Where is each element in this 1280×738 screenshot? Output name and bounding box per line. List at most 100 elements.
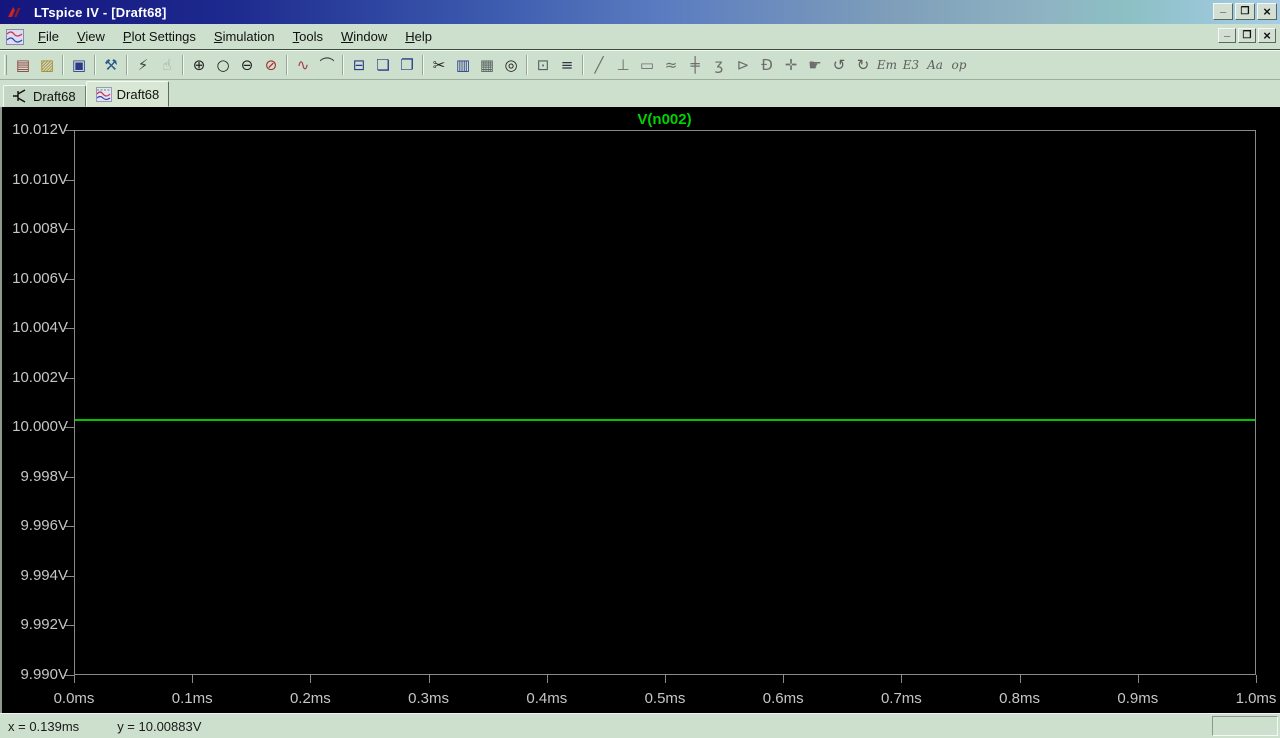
restore-button[interactable]: ❐ [1235,3,1255,20]
drag-icon: ✛ [785,58,798,73]
copy-button[interactable]: ▥ [451,53,475,77]
control-panel-button[interactable]: ⚒ [99,53,123,77]
autorange-button[interactable]: ∿ [291,53,315,77]
x-axis-label: 1.0ms [1226,690,1280,707]
x-axis-label: 0.9ms [1108,690,1168,707]
child-close-button[interactable]: × [1258,28,1276,43]
save-icon: ▣ [72,58,86,73]
child-minimize-icon: _ [1224,27,1230,38]
x-axis-label: 0.8ms [990,690,1050,707]
cut-icon: ✂ [433,58,446,73]
tile-windows-button[interactable]: ⊟ [347,53,371,77]
open-file-button[interactable]: ▨ [35,53,59,77]
save-button[interactable]: ▣ [67,53,91,77]
ltspice-logo-icon[interactable] [4,4,24,21]
run-button[interactable]: ⚡ [131,53,155,77]
capacitor-button[interactable]: ╪ [683,53,707,77]
x-axis-label: 0.0ms [44,690,104,707]
y-axis-tick [65,279,75,280]
zoom-out-button[interactable]: ⊖ [235,53,259,77]
print-icon: ≡ [561,58,574,73]
waveform-window-icon[interactable] [5,28,25,45]
cursor-x-readout: x = 0.139ms [8,719,79,734]
paste-icon: ▦ [480,58,494,73]
menu-view[interactable]: View [68,26,114,47]
edit-sim2-button[interactable]: E3 [899,53,923,77]
zoom-full-button[interactable]: ⊘ [259,53,283,77]
resistor-button[interactable]: ≈ [659,53,683,77]
tab-waveform-draft68[interactable]: Draft68 [86,81,170,107]
edit-sim2-icon: E3 [903,59,919,71]
text-button[interactable]: Aa [923,53,947,77]
tab-schematic-draft68[interactable]: Draft68 [3,85,86,107]
zoom-area-button[interactable]: ○ [211,53,235,77]
y-axis-label: 9.998V [4,469,68,485]
halt-button[interactable]: ☝ [155,53,179,77]
cascade-windows-icon: ❏ [376,58,389,73]
find-icon: ◎ [504,58,517,73]
zoom-out-icon: ⊖ [241,58,254,73]
title-bar[interactable]: LTspice IV - [Draft68] _ ❐ × [0,0,1280,24]
menu-help[interactable]: Help [396,26,441,47]
edit-sim-cmd-button[interactable]: Em [875,53,899,77]
close-button[interactable]: × [1257,3,1277,20]
plot-title: V(n002) [74,111,1255,128]
redo-button[interactable]: ↻ [851,53,875,77]
y-axis-label: 10.010V [4,172,68,188]
capacitor-icon: ╪ [690,58,699,73]
cut-button[interactable]: ✂ [427,53,451,77]
axes-button[interactable]: ⌒ [315,53,339,77]
diode-icon: ⊳ [737,58,750,73]
menu-simulation[interactable]: Simulation [205,26,284,47]
waveform-window-svg [6,29,24,45]
redo-icon: ↻ [857,58,870,73]
y-axis-tick [65,328,75,329]
run-icon: ⚡ [138,58,149,73]
toolbar-separator [422,55,424,75]
drag-button[interactable]: ✛ [779,53,803,77]
print-button[interactable]: ≡ [555,53,579,77]
child-window-controls: _ ❐ × [1218,28,1276,43]
find-button[interactable]: ◎ [499,53,523,77]
arrange-windows-button[interactable]: ❐ [395,53,419,77]
diode-button[interactable]: ⊳ [731,53,755,77]
x-axis-tick [783,675,784,683]
menu-tools[interactable]: Tools [284,26,332,47]
y-axis-label: 9.994V [4,568,68,584]
menu-file[interactable]: File [29,26,68,47]
menu-plot-settings[interactable]: Plot Settings [114,26,205,47]
wire-button[interactable]: ╱ [587,53,611,77]
minimize-button[interactable]: _ [1213,3,1233,20]
x-axis-label: 0.1ms [162,690,222,707]
x-axis-label: 0.5ms [635,690,695,707]
paste-button[interactable]: ▦ [475,53,499,77]
child-minimize-button[interactable]: _ [1218,28,1236,43]
net-label-button[interactable]: ▭ [635,53,659,77]
ltspice-logo-svg [6,5,22,19]
child-restore-button[interactable]: ❐ [1238,28,1256,43]
component-button[interactable]: Ð [755,53,779,77]
cascade-windows-button[interactable]: ❏ [371,53,395,77]
toolbar-separator [126,55,128,75]
open-file-icon: ▨ [40,58,54,73]
undo-button[interactable]: ↺ [827,53,851,77]
plot-canvas[interactable]: V(n002) 10.012V10.010V10.008V10.006V10.0… [0,107,1280,713]
inductor-icon: ʒ [715,58,724,73]
zoom-in-button[interactable]: ⊕ [187,53,211,77]
spice-directive-button[interactable]: op [947,53,971,77]
window-title: LTspice IV - [Draft68] [34,5,167,20]
inductor-button[interactable]: ʒ [707,53,731,77]
menu-window[interactable]: Window [332,26,396,47]
tab-label: Draft68 [33,89,76,104]
move-button[interactable]: ☛ [803,53,827,77]
new-schematic-icon: ▤ [16,58,30,73]
new-schematic-button[interactable]: ▤ [11,53,35,77]
wire-icon: ╱ [594,58,603,73]
x-axis-label: 0.2ms [280,690,340,707]
y-axis-label: 10.012V [4,122,68,138]
print-preview-button[interactable]: ⊡ [531,53,555,77]
resistor-icon: ≈ [665,58,678,73]
axes-icon: ⌒ [319,58,334,73]
ground-button[interactable]: ⊥ [611,53,635,77]
statusbar-panel [1212,716,1278,736]
